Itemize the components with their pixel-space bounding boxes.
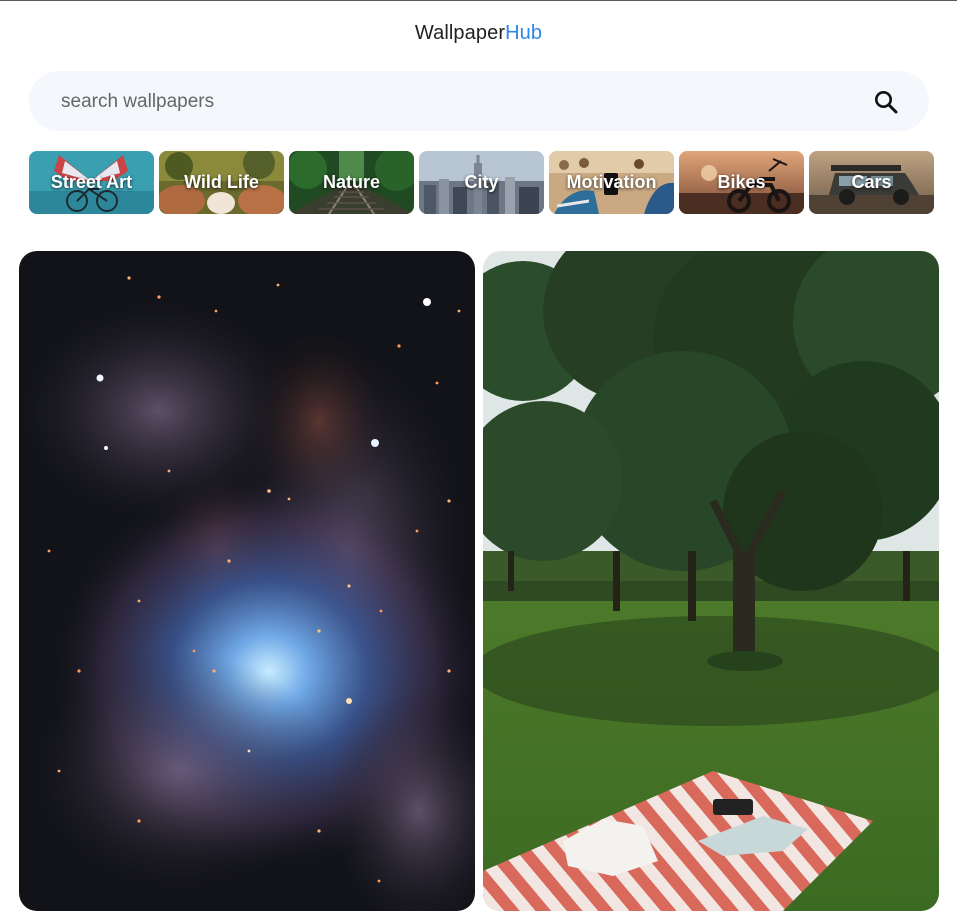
category-nature[interactable]: Nature	[289, 151, 414, 214]
category-label: City	[464, 172, 499, 192]
search-icon	[875, 91, 898, 114]
category-label: Nature	[322, 172, 380, 192]
category-bikes[interactable]: Bikes	[679, 151, 804, 214]
category-label: Street Art	[50, 172, 133, 192]
category-label: Bikes	[717, 172, 766, 192]
nebula-image	[19, 251, 475, 911]
search-input[interactable]	[59, 71, 843, 133]
window-top-border	[0, 0, 957, 1]
wallpaper-card-nebula[interactable]	[19, 251, 475, 911]
category-wild-life[interactable]: Wild Life	[159, 151, 284, 214]
wallpaper-gallery	[19, 251, 939, 911]
app-title-main: Wallpaper	[414, 22, 506, 44]
category-list: Street Art Wild Life Nature City Motivat…	[29, 151, 935, 214]
app-title: WallpaperHub	[0, 22, 957, 45]
park-picnic-image	[483, 251, 939, 911]
wallpaper-card-park-picnic[interactable]	[483, 251, 939, 911]
category-city[interactable]: City	[419, 151, 544, 214]
app-title-accent: Hub	[505, 22, 543, 44]
search-button[interactable]	[873, 89, 899, 115]
category-cars[interactable]: Cars	[809, 151, 934, 214]
category-label: Wild Life	[184, 172, 259, 192]
category-motivation[interactable]: Motivation	[549, 151, 674, 214]
search-bar	[29, 71, 929, 133]
category-label: Cars	[851, 172, 892, 192]
category-street-art[interactable]: Street Art	[29, 151, 154, 214]
category-label: Motivation	[566, 172, 657, 192]
